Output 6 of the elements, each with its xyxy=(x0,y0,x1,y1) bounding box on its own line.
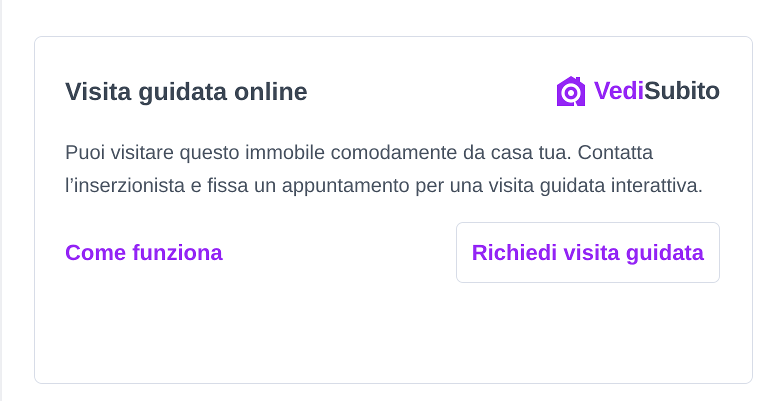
logo-icon xyxy=(556,74,586,109)
description-text: Puoi visitare questo immobile comodamente da casa tua. Contatta l’inserzionista e fissa un appuntamento per una visita guidata interattiva. xyxy=(65,140,704,198)
card-title: Visita guidata online xyxy=(65,76,308,107)
request-tour-button[interactable]: Richiedi visita guidata xyxy=(456,222,720,282)
logo-wordmark: VediSubito xyxy=(594,76,720,107)
how-it-works-link[interactable]: Come funziona xyxy=(65,236,223,268)
